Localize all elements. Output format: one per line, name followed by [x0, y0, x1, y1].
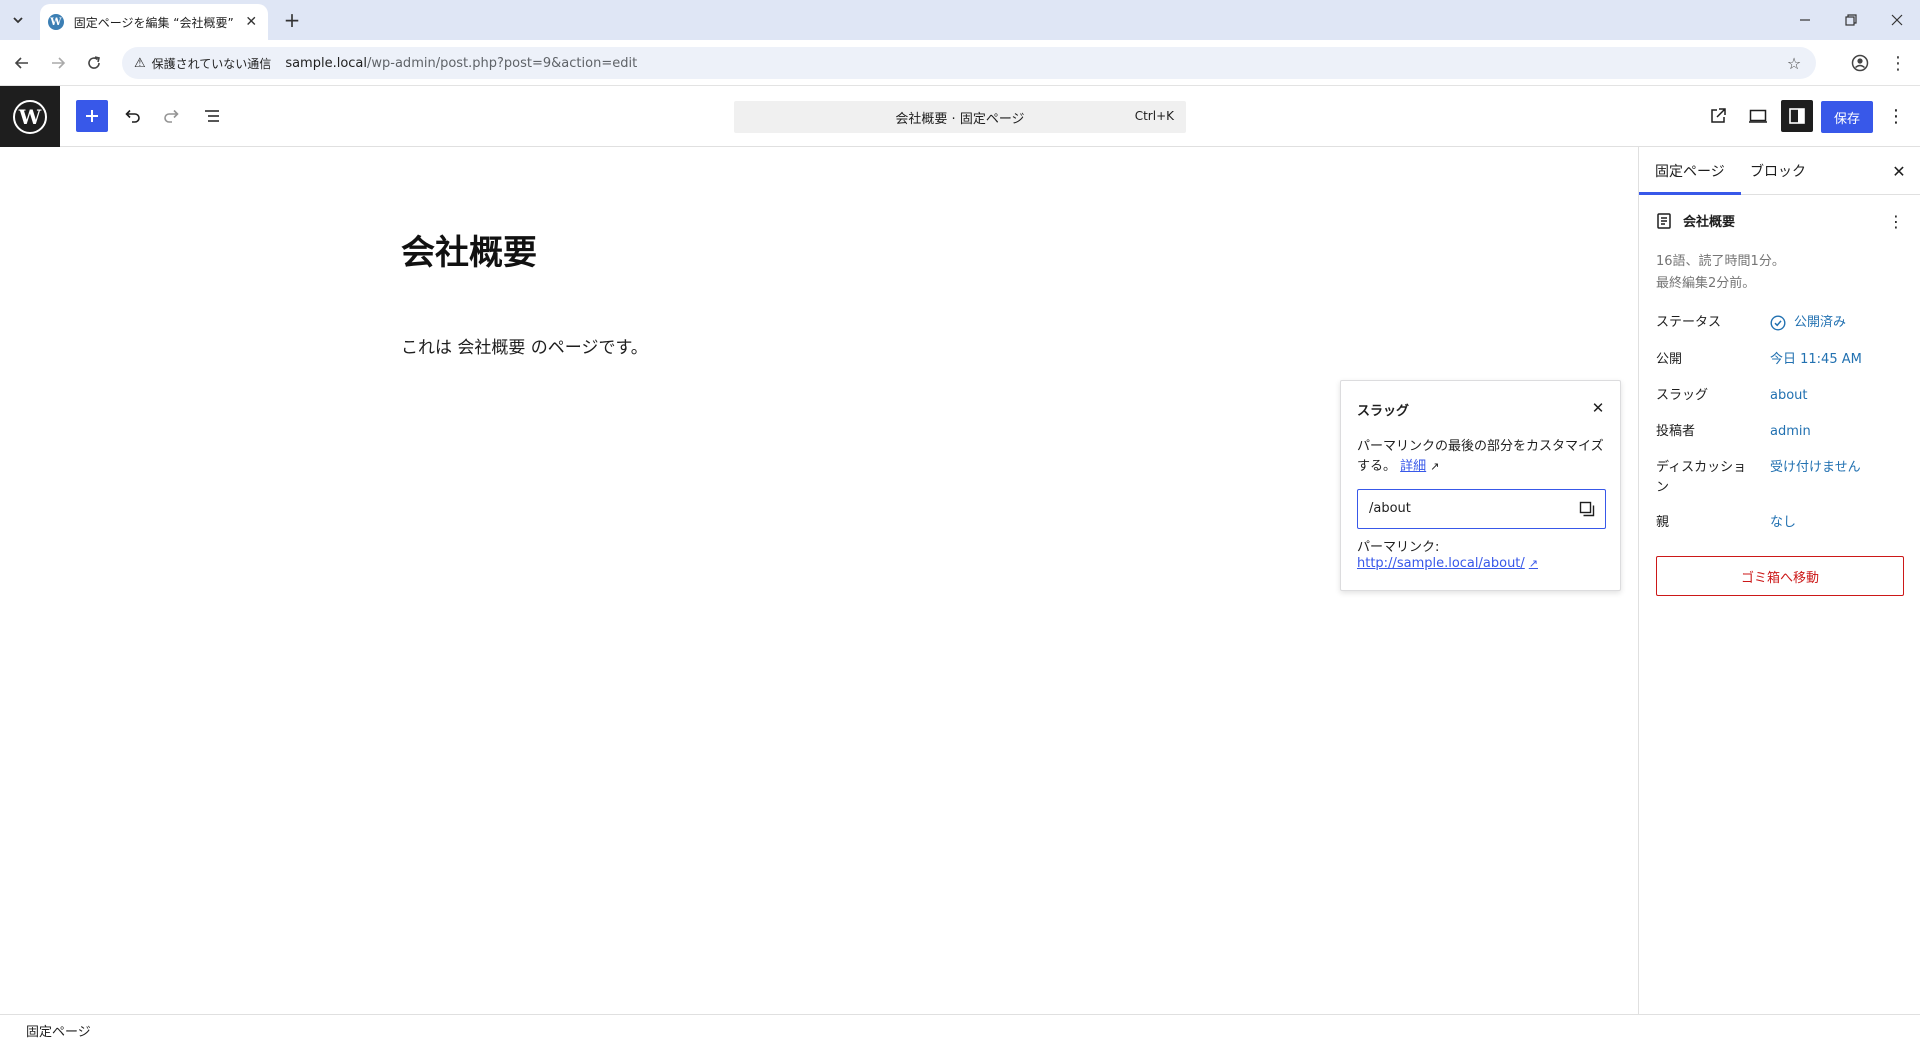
back-arrow-icon[interactable] [8, 49, 36, 77]
document-actions-icon[interactable]: ⋮ [1886, 209, 1906, 233]
block-inserter-plus-icon[interactable] [76, 100, 108, 132]
close-icon[interactable]: ✕ [1588, 398, 1608, 418]
new-tab-plus-icon[interactable]: + [280, 8, 304, 32]
tab-search-chevron-icon[interactable] [6, 8, 30, 32]
slug-input[interactable] [1358, 490, 1568, 527]
permalink-url[interactable]: http://sample.local/about/ [1357, 556, 1525, 571]
document-bar-title: 会社概要 · 固定ページ [895, 111, 1025, 127]
document-overview-list-icon[interactable] [196, 100, 228, 132]
address-bar[interactable]: ⚠ 保護されていない通信 sample.local/wp-admin/post.… [122, 47, 1816, 79]
reload-icon[interactable] [80, 49, 108, 77]
word-count: 16語、読了時間1分。 [1656, 254, 1785, 269]
browser-tab-active[interactable]: W 固定ページを編集 “会社概要” ‹ サ ✕ [40, 4, 268, 40]
svg-text:W: W [18, 105, 42, 129]
move-to-trash-button[interactable]: ゴミ箱へ移動 [1656, 556, 1904, 596]
bookmark-star-icon[interactable]: ☆ [1782, 51, 1806, 75]
browser-menu-icon[interactable]: ⋮ [1884, 49, 1912, 77]
command-palette-shortcut: Ctrl+K [1134, 109, 1174, 123]
tab-page[interactable]: 固定ページ [1639, 147, 1741, 195]
external-link-icon: ↗ [1430, 460, 1440, 473]
profile-avatar-icon[interactable] [1846, 49, 1874, 77]
browser-tabstrip: W 固定ページを編集 “会社概要” ‹ サ ✕ + [0, 0, 1920, 40]
author-button[interactable]: admin [1770, 422, 1811, 442]
permalink-label: パーマリンク: [1357, 540, 1440, 555]
url-host: sample.local [285, 55, 368, 71]
external-link-icon: ↗ [1528, 557, 1538, 570]
save-button[interactable]: 保存 [1821, 101, 1873, 133]
status-value[interactable]: 公開済み [1770, 313, 1846, 333]
sidebar-tabs: 固定ページ ブロック ✕ [1639, 147, 1920, 195]
window-close-icon[interactable] [1874, 0, 1920, 40]
discussion-button[interactable]: 受け付けません [1770, 458, 1861, 478]
close-sidebar-icon[interactable]: ✕ [1887, 159, 1911, 183]
publish-date-button[interactable]: 今日 11:45 AM [1770, 350, 1862, 370]
url-path: /wp-admin/post.php?post=9&action=edit [367, 55, 638, 71]
slug-popover-title: スラッグ [1357, 404, 1410, 419]
slug-button[interactable]: about [1770, 386, 1808, 406]
security-label: 保護されていない通信 [151, 56, 272, 71]
permalink-link[interactable]: http://sample.local/about/↗ [1357, 556, 1538, 571]
published-check-icon [1770, 315, 1786, 331]
status-label: ステータス [1656, 315, 1722, 330]
document-card: 会社概要 [1655, 211, 1735, 230]
preview-desktop-icon[interactable] [1742, 100, 1774, 132]
tab-block[interactable]: ブロック [1734, 147, 1822, 195]
redo-icon[interactable] [156, 100, 188, 132]
document-name: 会社概要 [1683, 215, 1736, 230]
settings-sidebar-toggle-icon[interactable] [1781, 100, 1813, 132]
warning-triangle-icon: ⚠ [134, 55, 146, 71]
url-text[interactable]: sample.local/wp-admin/post.php?post=9&ac… [285, 56, 637, 71]
security-chip[interactable]: ⚠ 保護されていない通信 [130, 51, 279, 75]
slug-label: スラッグ [1656, 388, 1709, 403]
slug-field [1357, 489, 1606, 529]
slug-description: パーマリンクの最後の部分をカスタマイズする。 [1357, 439, 1604, 474]
parent-button[interactable]: なし [1770, 513, 1796, 533]
minimize-icon[interactable] [1782, 0, 1828, 40]
slug-help-text: パーマリンクの最後の部分をカスタマイズする。 詳細 ↗ [1357, 437, 1609, 477]
copy-icon[interactable] [1577, 499, 1597, 519]
parent-label: 親 [1656, 515, 1670, 530]
breadcrumb[interactable]: 固定ページ [26, 1021, 91, 1040]
tab-close-icon[interactable]: ✕ [242, 13, 260, 31]
author-label: 投稿者 [1656, 424, 1696, 439]
last-edited: 最終編集2分前。 [1656, 276, 1756, 291]
document-bar[interactable]: 会社概要 · 固定ページ Ctrl+K [734, 101, 1186, 133]
document-meta: 16語、読了時間1分。 最終編集2分前。 [1656, 251, 1785, 295]
wordpress-favicon-icon: W [48, 14, 64, 30]
publish-label: 公開 [1656, 352, 1683, 367]
settings-sidebar: 固定ページ ブロック ✕ 会社概要 ⋮ 16語、読了時間1分。 最終編集2分前。… [1638, 147, 1920, 1014]
wordpress-logo-icon[interactable]: W [0, 86, 60, 147]
editor-options-icon[interactable]: ⋮ [1880, 100, 1912, 132]
page-icon [1657, 212, 1671, 229]
undo-icon[interactable] [116, 100, 148, 132]
learn-more-link[interactable]: 詳細 [1400, 459, 1426, 474]
editor-footer: 固定ページ [0, 1014, 1920, 1040]
editor-header: W 会社概要 · 固定ページ Ctrl+K 保存 ⋮ [0, 86, 1920, 147]
browser-toolbar: ⚠ 保護されていない通信 sample.local/wp-admin/post.… [0, 40, 1920, 86]
paragraph-block[interactable]: これは 会社概要 のページです。 [401, 333, 648, 358]
forward-arrow-icon[interactable] [44, 49, 72, 77]
view-page-external-icon[interactable] [1702, 100, 1734, 132]
post-title[interactable]: 会社概要 [401, 225, 537, 274]
browser-tab-title: 固定ページを編集 “会社概要” ‹ サ [73, 15, 237, 30]
discussion-label: ディスカッション [1656, 460, 1747, 495]
restore-icon[interactable] [1828, 0, 1874, 40]
slug-popover: スラッグ ✕ パーマリンクの最後の部分をカスタマイズする。 詳細 ↗ パーマリンク… [1340, 380, 1621, 591]
status-text: 公開済み [1794, 315, 1847, 330]
